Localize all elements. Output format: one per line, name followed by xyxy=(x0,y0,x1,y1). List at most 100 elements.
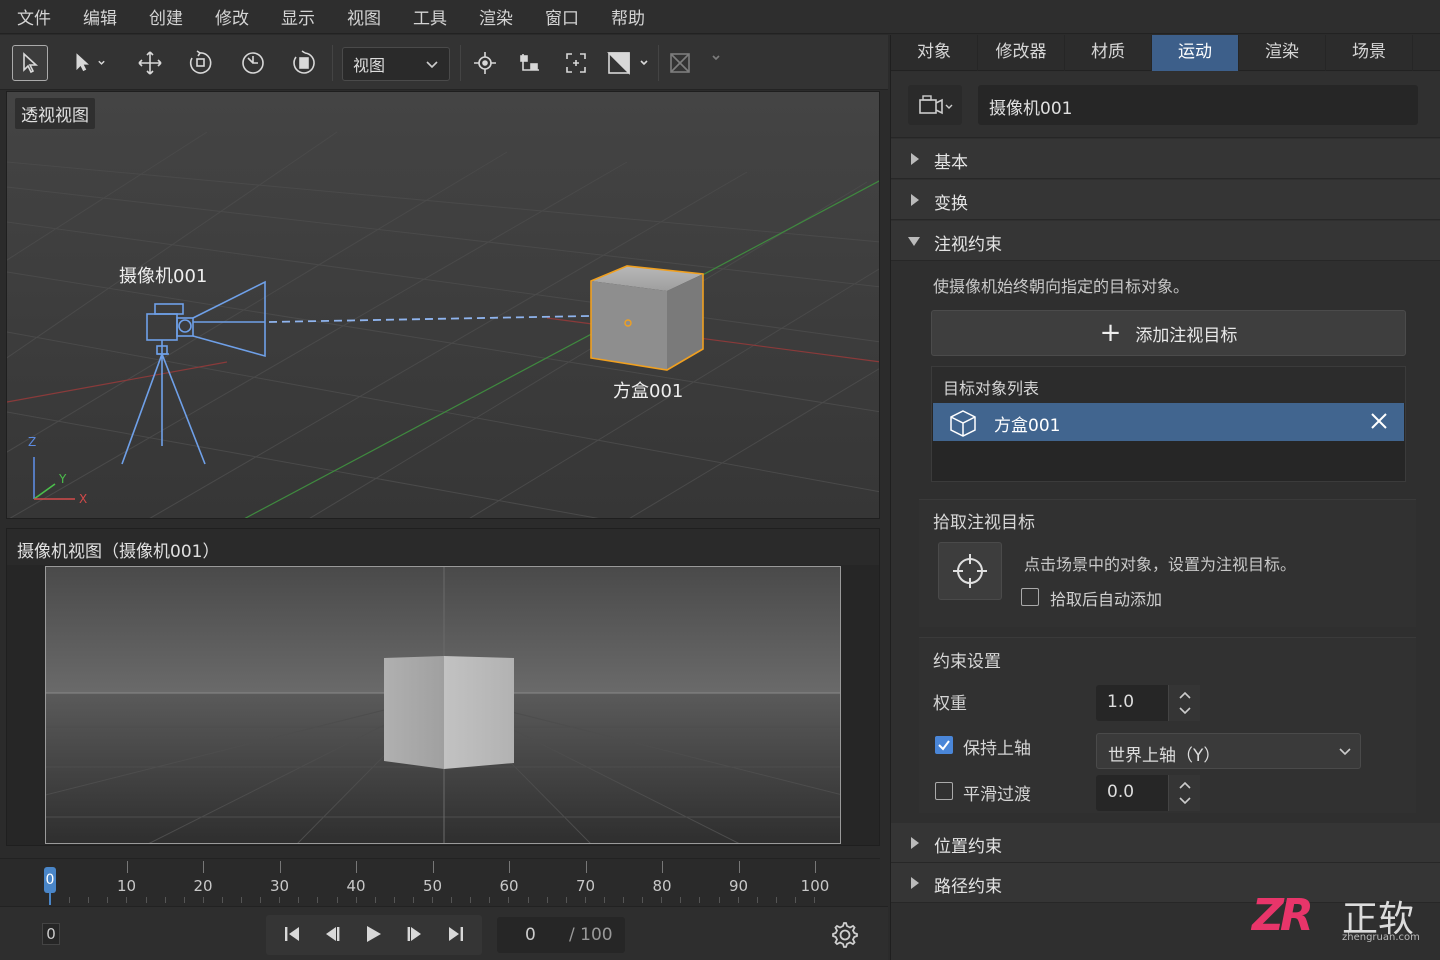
timeline-minor-tick xyxy=(202,897,204,903)
go-to-end-icon[interactable] xyxy=(442,921,470,947)
section-title: 变换 xyxy=(934,194,968,214)
timeline-tick-label: 10 xyxy=(116,877,137,895)
timeline-minor-tick xyxy=(623,897,624,903)
target-list: 目标对象列表 方盒001 xyxy=(931,366,1406,482)
timeline[interactable]: 10 20 30 40 50 60 70 80 90 100 0 xyxy=(0,858,880,906)
camera-type-icon[interactable] xyxy=(908,85,962,125)
frame-counter[interactable]: 0 / 100 xyxy=(497,917,625,953)
up-axis-select[interactable]: 世界上轴（Y） xyxy=(1096,733,1361,769)
rotate-icon[interactable] xyxy=(182,45,218,81)
box-label: 方盒001 xyxy=(613,381,684,402)
box-object[interactable] xyxy=(590,265,704,371)
pick-description: 点击场景中的对象，设置为注视目标。 xyxy=(1024,555,1297,574)
play-icon[interactable] xyxy=(359,921,387,947)
camera-viewport[interactable]: 摄像机视图（摄像机001） xyxy=(6,528,880,846)
timeline-minor-tick xyxy=(355,897,357,903)
timeline-tick xyxy=(509,861,510,873)
fit-icon[interactable] xyxy=(558,45,594,81)
select-icon[interactable] xyxy=(12,45,48,81)
target-list-header: 目标对象列表 xyxy=(932,367,1405,403)
menu-tools[interactable]: 工具 xyxy=(413,4,447,29)
menu-edit[interactable]: 编辑 xyxy=(83,4,117,29)
weight-spinner[interactable]: 1.0 xyxy=(1096,685,1200,721)
close-icon[interactable] xyxy=(1369,411,1389,431)
section-title: 注视约束 xyxy=(934,235,1002,255)
view-select[interactable]: 视图 xyxy=(342,47,450,81)
spinner-arrows[interactable] xyxy=(1168,775,1200,811)
timeline-minor-tick xyxy=(756,897,758,903)
list-item[interactable]: 方盒001 xyxy=(933,403,1404,441)
menu-bar: 文件 编辑 创建 修改 显示 视图 工具 渲染 窗口 帮助 xyxy=(0,0,1440,34)
timeline-minor-tick xyxy=(794,897,796,903)
menu-render[interactable]: 渲染 xyxy=(479,4,513,29)
chevron-down-icon xyxy=(908,237,920,246)
menu-create[interactable]: 创建 xyxy=(149,4,183,29)
menu-help[interactable]: 帮助 xyxy=(611,4,645,29)
timeline-playhead[interactable]: 0 xyxy=(44,867,56,893)
pivot-icon[interactable] xyxy=(512,45,548,81)
maximize-icon[interactable] xyxy=(664,45,724,81)
up-axis-value: 世界上轴（Y） xyxy=(1108,746,1221,766)
snap-icon[interactable] xyxy=(467,45,503,81)
properties-panel: 对象 修改器 材质 运动 渲染 场景 摄像机001 基本 变换 注视约束 使摄像… xyxy=(890,35,1440,960)
menu-view[interactable]: 视图 xyxy=(347,4,381,29)
object-name-row: 摄像机001 xyxy=(891,72,1440,138)
scale-icon[interactable] xyxy=(235,45,271,81)
smooth-checkbox[interactable] xyxy=(935,782,953,800)
tab-motion[interactable]: 运动 xyxy=(1152,35,1239,71)
lookat-body: 使摄像机始终朝向指定的目标对象。 + 添加注视目标 目标对象列表 方盒001 拾… xyxy=(891,263,1440,823)
go-to-start-icon[interactable] xyxy=(278,921,306,947)
keep-up-label: 保持上轴 xyxy=(963,739,1031,759)
menu-file[interactable]: 文件 xyxy=(17,4,51,29)
keep-up-checkbox[interactable] xyxy=(935,736,953,754)
menu-window[interactable]: 窗口 xyxy=(545,4,579,29)
object-name-field[interactable]: 摄像机001 xyxy=(978,85,1418,125)
timeline-minor-tick xyxy=(221,897,223,903)
tab-render[interactable]: 渲染 xyxy=(1239,35,1326,71)
section-transform[interactable]: 变换 xyxy=(891,180,1440,220)
shading-icon[interactable] xyxy=(604,45,652,81)
move-icon[interactable] xyxy=(132,45,168,81)
menu-modify[interactable]: 修改 xyxy=(215,4,249,29)
camera-frame xyxy=(45,566,841,844)
section-lookat[interactable]: 注视约束 xyxy=(891,221,1440,261)
timeline-minor-tick xyxy=(680,897,682,903)
timeline-minor-tick xyxy=(546,897,548,903)
spinner-arrows[interactable] xyxy=(1168,685,1200,721)
step-back-icon[interactable] xyxy=(318,921,346,947)
reset-icon[interactable] xyxy=(286,45,322,81)
timeline-minor-tick xyxy=(183,897,185,903)
timeline-tick xyxy=(432,861,434,873)
menu-display[interactable]: 显示 xyxy=(281,4,315,29)
camera-render xyxy=(46,567,840,843)
section-basic[interactable]: 基本 xyxy=(891,139,1440,179)
tab-material[interactable]: 材质 xyxy=(1065,35,1152,71)
smooth-spinner[interactable]: 0.0 xyxy=(1096,775,1200,811)
select-pointer-icon[interactable] xyxy=(70,45,106,81)
chevron-right-icon xyxy=(911,877,919,889)
timeline-minor-tick xyxy=(374,897,376,903)
auto-add-checkbox[interactable] xyxy=(1021,588,1039,606)
timeline-minor-tick xyxy=(603,897,605,903)
add-target-button[interactable]: + 添加注视目标 xyxy=(931,310,1406,356)
gear-icon[interactable] xyxy=(830,920,860,950)
tab-scene[interactable]: 场景 xyxy=(1326,35,1413,71)
timeline-minor-tick xyxy=(279,897,281,903)
playback-bar: 0 0 / 100 xyxy=(0,906,888,960)
step-forward-icon[interactable] xyxy=(401,921,429,947)
viewport-label: 透视视图 xyxy=(15,98,95,129)
pick-target-button[interactable] xyxy=(938,542,1002,600)
lookat-description: 使摄像机始终朝向指定的目标对象。 xyxy=(933,277,1190,296)
section-position[interactable]: 位置约束 xyxy=(891,823,1440,863)
timeline-minor-tick xyxy=(489,897,491,903)
timeline-minor-tick xyxy=(661,897,663,903)
timeline-tick-label: 70 xyxy=(575,877,596,895)
timeline-minor-tick xyxy=(814,897,815,903)
tab-modifiers[interactable]: 修改器 xyxy=(978,35,1065,71)
axis-x-label: X xyxy=(79,492,88,506)
smooth-label: 平滑过渡 xyxy=(963,785,1031,805)
cube-icon xyxy=(950,410,976,437)
chevron-down-icon xyxy=(1339,748,1351,756)
perspective-viewport[interactable]: 透视视图 摄像机001 方盒001 Z Y X xyxy=(6,91,880,519)
tab-object[interactable]: 对象 xyxy=(891,35,978,71)
